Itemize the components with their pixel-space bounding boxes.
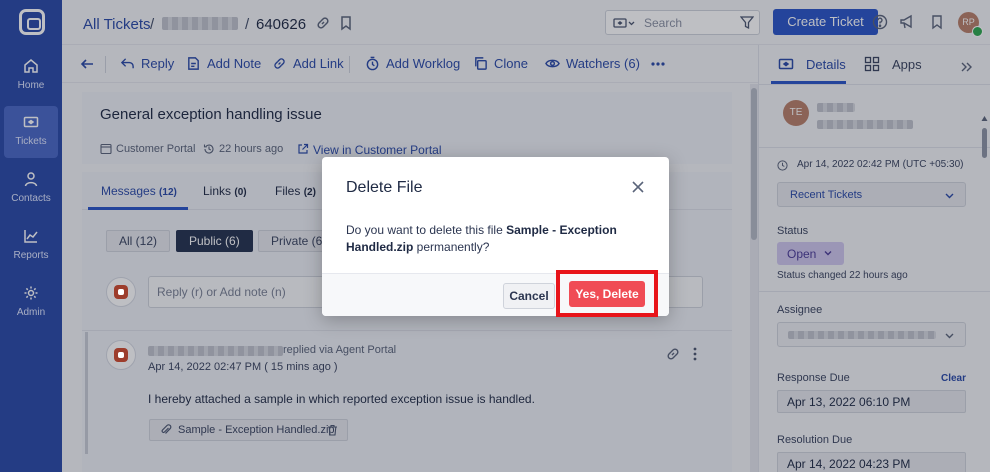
close-icon[interactable]: [631, 180, 645, 194]
dialog-message: Do you want to delete this file Sample -…: [346, 222, 651, 256]
yes-delete-button[interactable]: Yes, Delete: [569, 281, 645, 307]
dialog-message-suffix: permanently?: [413, 240, 490, 254]
dialog-title: Delete File: [346, 179, 423, 196]
dialog-message-prefix: Do you want to delete this file: [346, 223, 507, 237]
cancel-button[interactable]: Cancel: [503, 283, 555, 309]
